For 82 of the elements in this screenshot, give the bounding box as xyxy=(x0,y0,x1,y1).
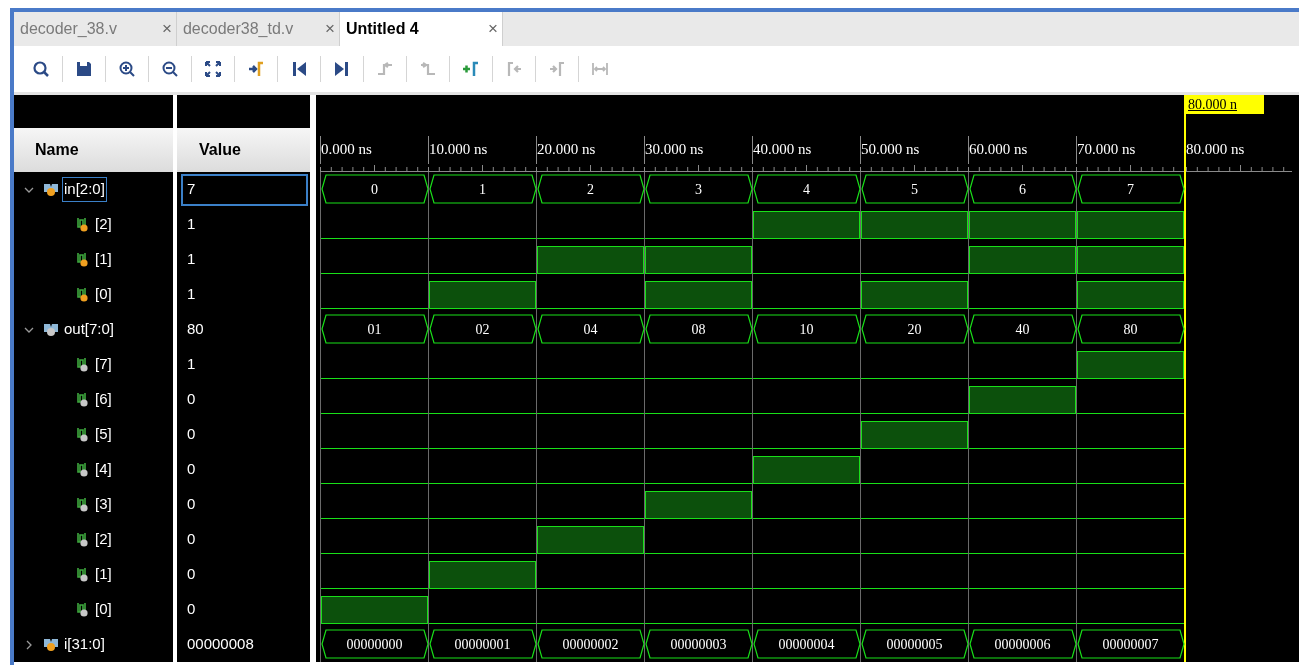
start-icon xyxy=(290,60,308,78)
time-label: 60.000 ns xyxy=(969,140,1028,159)
swap-icon xyxy=(591,60,609,78)
signal-value: 1 xyxy=(186,214,197,235)
bus-value: 10 xyxy=(799,321,814,339)
signal-value: 0 xyxy=(186,529,197,550)
signal-value: 0 xyxy=(186,494,197,515)
cursor-time-label: 80.000 n xyxy=(1186,95,1264,114)
bus-value: 00000007 xyxy=(1102,636,1159,654)
bus-value: 00000000 xyxy=(346,636,403,654)
bus-value: 40 xyxy=(1015,321,1030,339)
signal-name[interactable]: [7] xyxy=(93,352,114,377)
time-label: 20.000 ns xyxy=(537,140,596,159)
save-icon xyxy=(75,60,93,78)
signal-name[interactable]: [2] xyxy=(93,527,114,552)
marker-icon xyxy=(462,60,480,78)
signal-name[interactable]: i[31:0] xyxy=(62,632,107,657)
bus-value: 02 xyxy=(475,321,490,339)
close-tab-button[interactable]: × xyxy=(487,16,498,42)
bus-value: 4 xyxy=(803,181,810,199)
signal-value: 80 xyxy=(186,319,205,340)
nextedge-icon xyxy=(419,60,437,78)
signal-name[interactable]: in[2:0] xyxy=(62,177,107,202)
time-label: 70.000 ns xyxy=(1077,140,1136,159)
signal-name[interactable]: [5] xyxy=(93,422,114,447)
signal-name[interactable]: [1] xyxy=(93,562,114,587)
prevedge-icon xyxy=(376,60,394,78)
bus-value: 00000001 xyxy=(454,636,511,654)
signal-value: 7 xyxy=(181,173,308,206)
column-header[interactable]: Name xyxy=(14,128,173,172)
bus-value: 7 xyxy=(1127,181,1134,199)
signal-value: 1 xyxy=(186,354,197,375)
close-tab-button[interactable]: × xyxy=(324,16,335,42)
signal-value: 1 xyxy=(186,284,197,305)
signal-name[interactable]: [2] xyxy=(93,212,114,237)
bus-value: 04 xyxy=(583,321,598,339)
bus-value: 20 xyxy=(907,321,922,339)
signal-name[interactable]: [0] xyxy=(93,282,114,307)
expand-chevron-icon[interactable] xyxy=(24,639,34,650)
signal-name[interactable]: [4] xyxy=(93,457,114,482)
time-label: 0.000 ns xyxy=(321,140,372,159)
time-label: 30.000 ns xyxy=(645,140,704,159)
signal-value: 00000008 xyxy=(186,634,255,655)
bus-value: 3 xyxy=(695,181,702,199)
bus-value: 6 xyxy=(1019,181,1026,199)
prevmarker-icon xyxy=(505,60,523,78)
zoomin-icon xyxy=(118,60,136,78)
end-icon xyxy=(333,60,351,78)
bus-value: 00000006 xyxy=(994,636,1051,654)
signal-name[interactable]: [3] xyxy=(93,492,114,517)
bus-value: 5 xyxy=(911,181,918,199)
bus-value: 0 xyxy=(371,181,378,199)
bus-value: 2 xyxy=(587,181,594,199)
bus-value: 00000003 xyxy=(670,636,727,654)
column-header[interactable]: Value xyxy=(177,128,310,172)
bus-value: 00000004 xyxy=(778,636,835,654)
bus-value: 08 xyxy=(691,321,706,339)
signal-value: 0 xyxy=(186,564,197,585)
time-label: 10.000 ns xyxy=(429,140,488,159)
signal-name[interactable]: [6] xyxy=(93,387,114,412)
signal-value: 0 xyxy=(186,599,197,620)
zoomout-icon xyxy=(161,60,179,78)
bus-value: 1 xyxy=(479,181,486,199)
cursor-icon xyxy=(247,60,265,78)
signal-value: 0 xyxy=(186,389,197,410)
nextmarker-icon xyxy=(548,60,566,78)
bus-value: 00000002 xyxy=(562,636,619,654)
time-label: 40.000 ns xyxy=(753,140,812,159)
signal-value: 1 xyxy=(186,249,197,270)
close-tab-button[interactable]: × xyxy=(162,16,172,42)
search-icon xyxy=(32,60,50,78)
signal-value: 0 xyxy=(186,424,197,445)
bus-value: 00000005 xyxy=(886,636,943,654)
bus-value: 01 xyxy=(367,321,382,339)
tab[interactable]: Untitled 4 × xyxy=(339,12,503,46)
time-label: 50.000 ns xyxy=(861,140,920,159)
bus-value: 80 xyxy=(1123,321,1138,339)
signal-value: 0 xyxy=(186,459,197,480)
fit-icon xyxy=(204,60,222,78)
time-label: 80.000 ns xyxy=(1186,140,1245,159)
signal-name[interactable]: [1] xyxy=(93,247,114,272)
signal-name[interactable]: [0] xyxy=(93,597,114,622)
